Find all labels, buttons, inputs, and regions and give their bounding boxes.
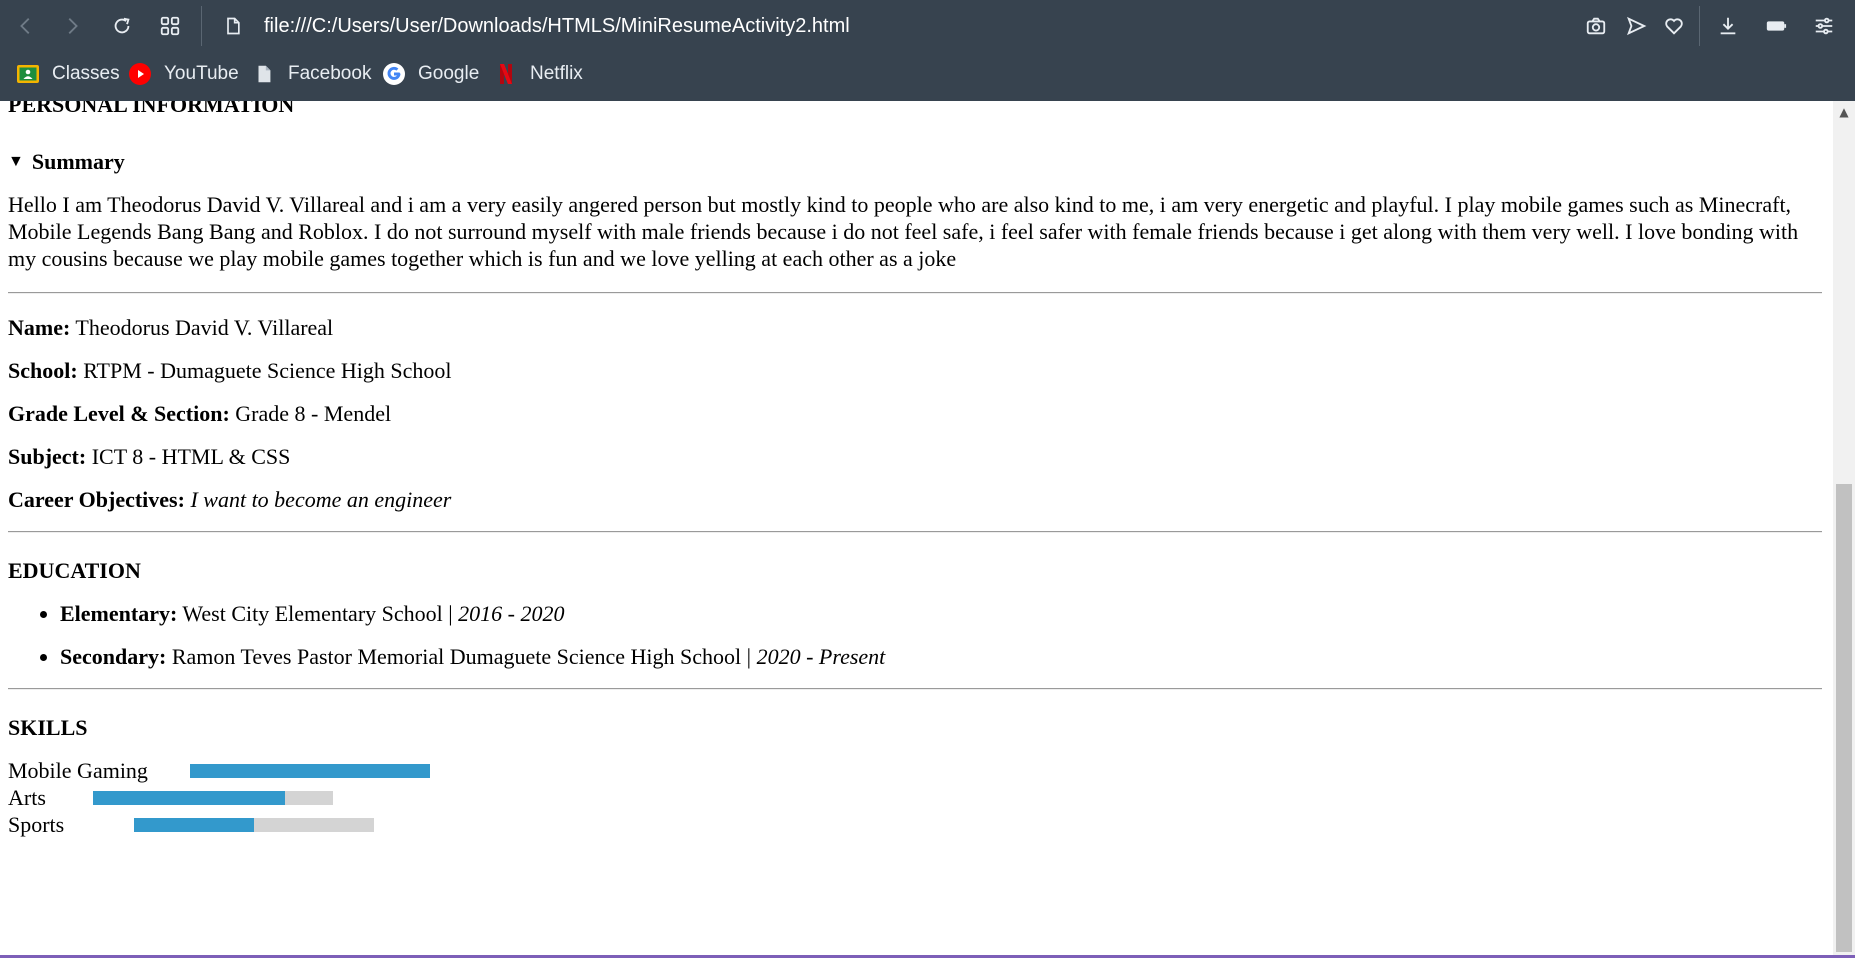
tab-grid-icon xyxy=(160,16,180,36)
education-item-elementary: Elementary: West City Elementary School … xyxy=(60,600,1822,627)
field-school: School: RTPM - Dumaguete Science High Sc… xyxy=(8,357,1822,384)
toolbar-divider xyxy=(201,6,202,46)
skill-bar-fill xyxy=(134,818,254,832)
settings-sliders-icon xyxy=(1815,17,1833,35)
easy-setup-button[interactable] xyxy=(1808,10,1840,42)
back-button[interactable] xyxy=(10,10,42,42)
netflix-icon xyxy=(494,62,518,86)
browser-chrome: file:///C:/Users/User/Downloads/HTMLS/Mi… xyxy=(0,0,1855,101)
downloads-button[interactable] xyxy=(1712,10,1744,42)
send-icon xyxy=(1627,16,1647,36)
snapshot-button[interactable] xyxy=(1580,10,1612,42)
skill-row: Arts xyxy=(8,784,1822,811)
field-label: School: xyxy=(8,358,78,383)
tab-grid-button[interactable] xyxy=(154,10,186,42)
bookmark-netflix[interactable]: Netflix xyxy=(494,60,583,88)
bookmark-label: Facebook xyxy=(288,63,372,84)
field-label: Career Objectives: xyxy=(8,487,185,512)
skill-name: Arts xyxy=(8,785,46,810)
education-label: Elementary: xyxy=(60,601,178,626)
send-button[interactable] xyxy=(1620,10,1652,42)
field-grade-section: Grade Level & Section: Grade 8 - Mendel xyxy=(8,400,1822,427)
education-school: Ramon Teves Pastor Memorial Dumaguete Sc… xyxy=(171,644,742,669)
education-end-year: Present xyxy=(818,644,886,669)
address-bar[interactable]: file:///C:/Users/User/Downloads/HTMLS/Mi… xyxy=(220,8,1560,44)
scrollbar-thumb[interactable] xyxy=(1836,484,1852,952)
field-value: ICT 8 - HTML & CSS xyxy=(91,444,291,469)
education-start-year: 2020 xyxy=(756,644,801,669)
field-subject: Subject: ICT 8 - HTML & CSS xyxy=(8,443,1822,470)
skills-heading: SKILLS xyxy=(8,715,88,740)
skill-name: Sports xyxy=(8,812,65,837)
education-separator: | xyxy=(746,644,752,669)
skills-list: Mobile Gaming Arts Sports xyxy=(8,757,1822,838)
education-school: West City Elementary School xyxy=(182,601,443,626)
skill-name: Mobile Gaming xyxy=(8,758,148,783)
field-label: Subject: xyxy=(8,444,87,469)
summary-toggle[interactable]: ▼ Summary xyxy=(8,148,1822,175)
skill-bar xyxy=(134,818,374,832)
bookmark-label: Google xyxy=(418,63,480,84)
field-value: I want to become an engineer xyxy=(190,487,452,512)
skill-bar-fill xyxy=(93,791,285,805)
page-viewport[interactable]: PERSONAL INFORMATION ▼ Summary Hello I a… xyxy=(0,101,1833,958)
skill-row: Sports xyxy=(8,811,1822,838)
education-dash: - xyxy=(507,601,515,626)
toolbar-divider xyxy=(1699,6,1700,46)
youtube-icon xyxy=(128,62,152,86)
field-career-objectives: Career Objectives: I want to become an e… xyxy=(8,486,1822,513)
bookmark-facebook[interactable]: Facebook xyxy=(252,60,371,88)
scroll-up-arrow-icon[interactable]: ▲ xyxy=(1833,101,1855,123)
skill-row: Mobile Gaming xyxy=(8,757,1822,784)
bookmark-label: YouTube xyxy=(164,63,239,84)
education-start-year: 2016 xyxy=(458,601,503,626)
bookmark-youtube[interactable]: YouTube xyxy=(128,60,239,88)
summary-label: Summary xyxy=(31,149,125,174)
skill-bar xyxy=(190,764,430,778)
forward-button[interactable] xyxy=(56,10,88,42)
education-separator: | xyxy=(448,601,453,626)
disclosure-triangle-icon: ▼ xyxy=(8,153,24,170)
field-label: Grade Level & Section: xyxy=(8,401,230,426)
personal-info-heading: PERSONAL INFORMATION xyxy=(8,101,295,117)
battery-icon xyxy=(1766,21,1787,31)
education-item-secondary: Secondary: Ramon Teves Pastor Memorial D… xyxy=(60,643,1822,670)
skill-bar xyxy=(93,791,333,805)
google-classroom-icon xyxy=(16,62,40,86)
resume-content: PERSONAL INFORMATION ▼ Summary Hello I a… xyxy=(8,101,1822,838)
reload-icon xyxy=(114,17,130,34)
field-value: RTPM - Dumaguete Science High School xyxy=(83,358,452,383)
education-heading: EDUCATION xyxy=(8,558,141,583)
reload-button[interactable] xyxy=(106,10,138,42)
document-icon xyxy=(252,62,276,86)
vertical-scrollbar[interactable]: ▲ xyxy=(1833,101,1855,958)
back-icon xyxy=(20,18,30,34)
download-icon xyxy=(1720,17,1736,35)
bookmark-classes[interactable]: Classes xyxy=(16,60,120,88)
favorites-button[interactable] xyxy=(1658,10,1690,42)
page-icon xyxy=(220,13,246,39)
education-label: Secondary: xyxy=(60,644,167,669)
education-list: Elementary: West City Elementary School … xyxy=(8,600,1822,670)
browser-toolbar: file:///C:/Users/User/Downloads/HTMLS/Mi… xyxy=(0,0,1855,52)
skill-bar-fill xyxy=(190,764,430,778)
forward-icon xyxy=(68,18,78,34)
camera-icon xyxy=(1586,17,1606,35)
google-icon xyxy=(382,62,406,86)
battery-button[interactable] xyxy=(1760,10,1792,42)
bookmark-label: Netflix xyxy=(530,63,583,84)
field-name: Name: Theodorus David V. Villareal xyxy=(8,314,1822,341)
heart-icon xyxy=(1665,18,1683,35)
education-end-year: 2020 xyxy=(520,601,565,626)
field-label: Name: xyxy=(8,315,71,340)
education-dash: - xyxy=(806,644,814,669)
bookmarks-bar: Classes YouTube Facebook Google Netflix xyxy=(0,56,1855,92)
field-value: Grade 8 - Mendel xyxy=(235,401,392,426)
summary-text: Hello I am Theodorus David V. Villareal … xyxy=(8,192,1799,271)
field-value: Theodorus David V. Villareal xyxy=(75,315,334,340)
bookmark-label: Classes xyxy=(52,63,120,84)
bookmark-google[interactable]: Google xyxy=(382,60,479,88)
url-text[interactable]: file:///C:/Users/User/Downloads/HTMLS/Mi… xyxy=(264,15,850,38)
